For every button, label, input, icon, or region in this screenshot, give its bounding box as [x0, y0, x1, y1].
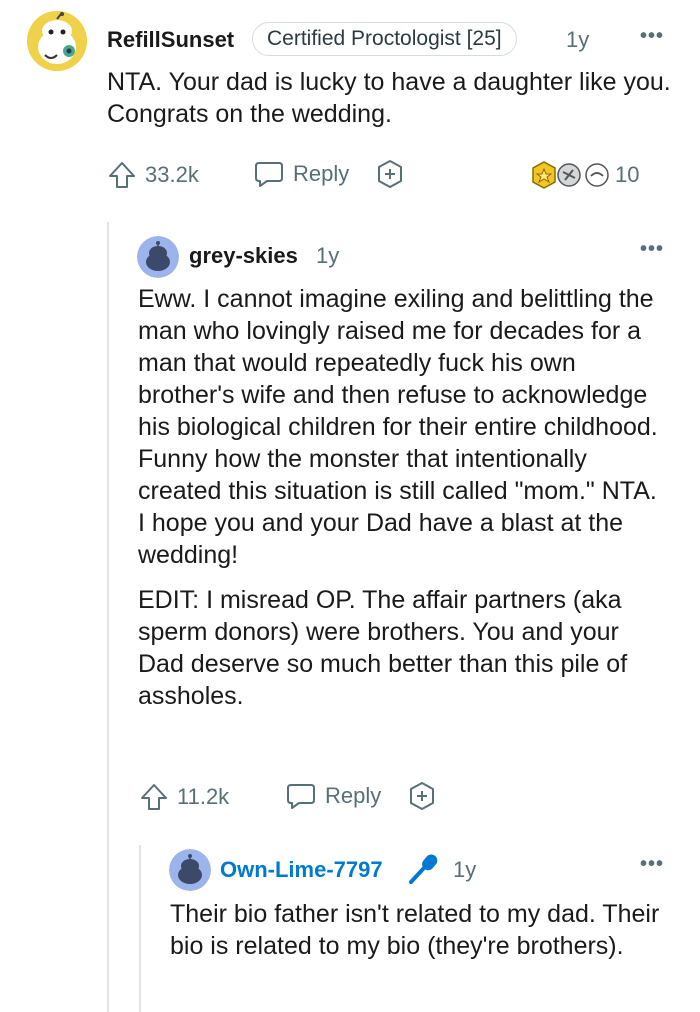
award-count: 10 [615, 162, 640, 187]
reply-label: Reply [325, 783, 382, 808]
helpful-award-icon [585, 163, 609, 187]
award-button[interactable] [407, 781, 437, 816]
more-options-icon[interactable]: ••• [640, 853, 664, 876]
more-options-icon[interactable]: ••• [640, 25, 664, 48]
award-button[interactable] [375, 159, 405, 194]
comment-paragraph: EDIT: I misread OP. The affair partners … [138, 586, 628, 710]
reply-button[interactable]: Reply [253, 156, 349, 192]
more-options-icon[interactable]: ••• [640, 238, 664, 261]
comment-age: 1y [453, 857, 477, 882]
comment-username[interactable]: RefillSunset [107, 27, 234, 53]
comment-paragraph: Their bio father isn't related to my dad… [170, 900, 660, 960]
avatar[interactable] [137, 236, 179, 278]
avatar[interactable] [27, 11, 87, 71]
upvote-button[interactable]: 11.2k [139, 779, 229, 815]
comment-paragraph: Eww. I cannot imagine exiling and belitt… [138, 285, 658, 569]
user-flair: Certified Proctologist [25] [252, 22, 517, 56]
award-plus-icon [378, 160, 402, 188]
upvote-arrow-icon [109, 162, 135, 188]
microphone-icon [406, 851, 442, 892]
comment-body: Eww. I cannot imagine exiling and belitt… [138, 283, 668, 712]
vote-count: 11.2k [177, 784, 230, 809]
award-plus-icon [410, 782, 434, 810]
op-username[interactable]: Own-Lime-7797 [220, 857, 383, 883]
avatar[interactable] [169, 849, 211, 891]
thread-line[interactable] [107, 222, 109, 1012]
comment-username[interactable]: grey-skies [189, 243, 298, 269]
comment-body: Their bio father isn't related to my dad… [170, 898, 670, 962]
upvote-arrow-icon [141, 784, 167, 810]
reply-button[interactable]: Reply [285, 778, 381, 814]
comment-age: 1y [316, 243, 340, 268]
vote-count: 33.2k [145, 162, 199, 187]
speech-bubble-icon [255, 162, 283, 187]
thread-line[interactable] [139, 845, 141, 1012]
speech-bubble-icon [287, 784, 315, 809]
reply-label: Reply [293, 161, 350, 186]
comment-age: 1y [566, 27, 590, 52]
upvote-button[interactable]: 33.2k [107, 157, 199, 193]
comment-paragraph: NTA. Your dad is lucky to have a daughte… [107, 68, 671, 128]
awards-row[interactable]: 10 [529, 160, 639, 190]
comment-body: NTA. Your dad is lucky to have a daughte… [107, 66, 677, 130]
